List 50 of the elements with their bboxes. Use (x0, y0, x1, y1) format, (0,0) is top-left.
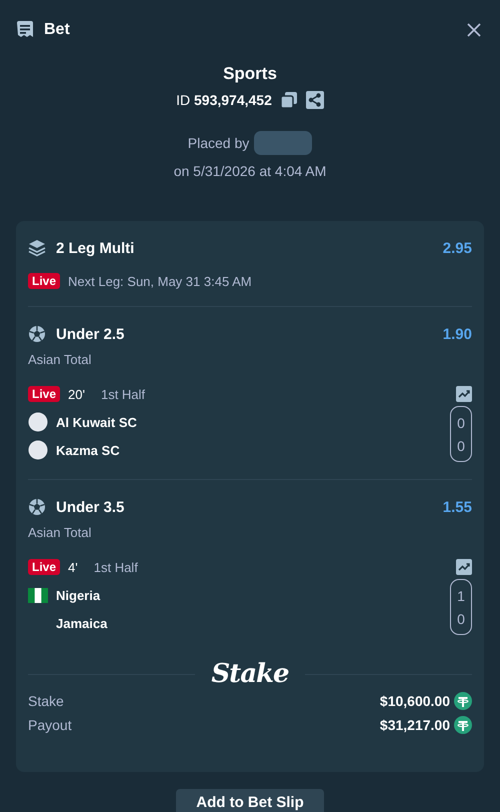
team-score: 0 (457, 438, 465, 454)
live-badge: Live (28, 559, 60, 575)
trend-chart-icon[interactable] (456, 559, 472, 575)
match-clock: 20' (68, 386, 85, 402)
flag-icon (28, 588, 48, 602)
selection-title: Under 2.5 (56, 326, 126, 342)
amount: $10,600.00 (380, 693, 450, 709)
live-badge: Live (28, 273, 60, 289)
bet-type-title: 2 Leg Multi (56, 240, 136, 256)
odds: 1.90 (442, 326, 472, 342)
placed-date: on 5/31/2026 at 4:04 AM (174, 163, 326, 179)
sport-title: Sports (223, 63, 277, 85)
market-name: Asian Total (28, 525, 92, 540)
team-badge-icon (28, 440, 48, 460)
match-period: 1st Half (94, 560, 139, 574)
layers-icon (28, 239, 46, 257)
receipt-icon (16, 21, 34, 39)
placed-by-label: Placed by (188, 135, 250, 151)
team-score: 0 (457, 610, 465, 626)
amount: $31,217.00 (380, 717, 450, 733)
team-name: Nigeria (56, 588, 100, 602)
team-name: Kazma SC (56, 442, 120, 458)
match-clock: 4' (68, 560, 78, 574)
tether-coin-icon (454, 716, 472, 734)
add-to-bet-slip-button[interactable]: Add to Bet Slip (176, 789, 324, 812)
copy-icon[interactable] (280, 91, 298, 109)
brand-logo: Stake (211, 659, 289, 689)
team-name: Jamaica (56, 616, 108, 630)
match-period: 1st Half (100, 386, 146, 402)
team-score: 1 (457, 588, 465, 604)
team-score: 0 (457, 414, 465, 430)
close-icon[interactable] (466, 22, 482, 38)
next-leg-time: Next Leg: Sun, May 31 3:45 AM (68, 274, 252, 288)
market-name: Asian Total (28, 352, 92, 367)
total-label: Payout (28, 717, 72, 733)
bet-id: ID 593,974,452 (176, 92, 272, 108)
team-name: Al Kuwait SC (56, 414, 137, 430)
redacted-username (254, 131, 312, 155)
selection-title: Under 3.5 (56, 498, 126, 516)
team-badge-icon (28, 412, 48, 432)
tether-coin-icon (454, 692, 472, 710)
odds: 1.55 (442, 498, 472, 516)
trend-chart-icon[interactable] (456, 386, 472, 402)
share-icon[interactable] (306, 91, 324, 109)
soccer-ball-icon (28, 325, 46, 343)
soccer-ball-icon (28, 498, 46, 516)
dialog-title: Bet (44, 21, 71, 39)
total-label: Stake (28, 693, 64, 709)
total-odds: 2.95 (442, 240, 472, 256)
live-badge: Live (28, 386, 60, 402)
